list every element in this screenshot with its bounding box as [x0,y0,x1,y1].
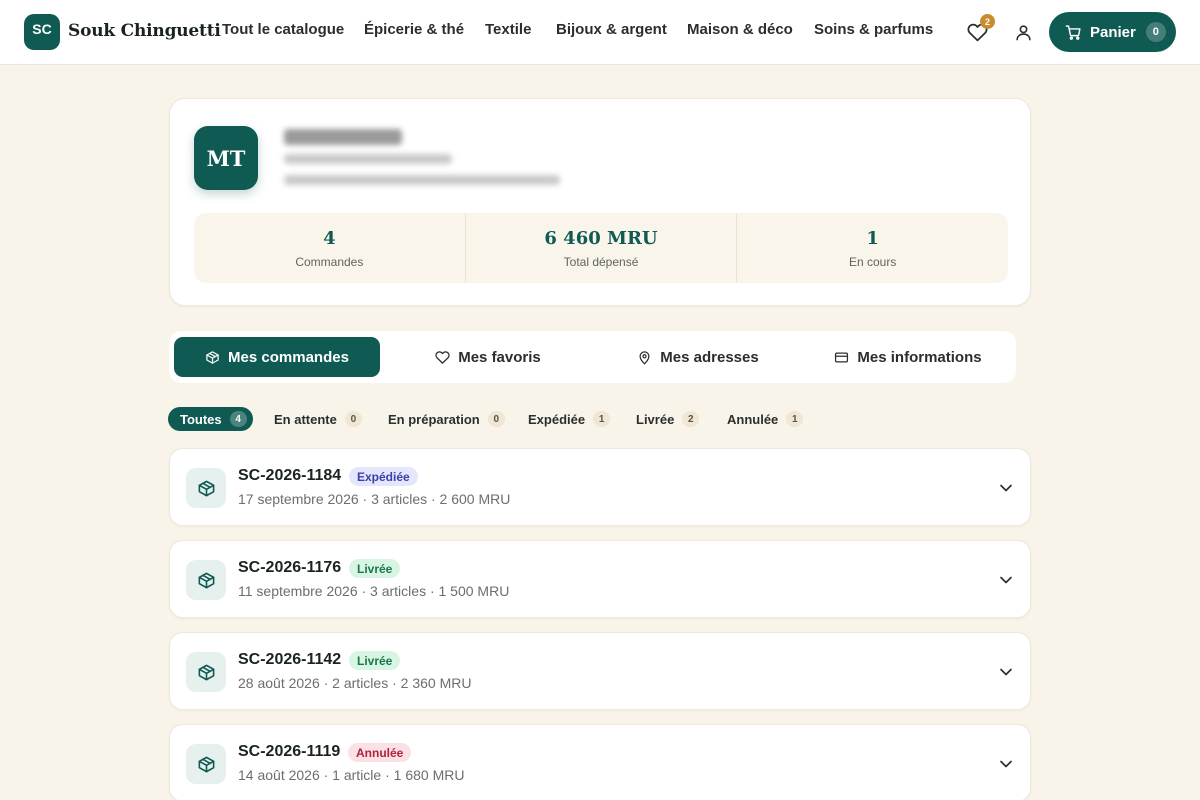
filter-count: 0 [344,411,362,427]
account-button[interactable] [1011,20,1035,44]
box-icon [198,664,214,680]
heart-icon [435,350,450,364]
status-badge: Livrée [349,651,401,670]
filter-count: 0 [487,411,505,427]
filter-label: En préparation [388,411,480,427]
filter-preparing[interactable]: En préparation 0 [376,407,511,431]
filter-label: Toutes [180,411,222,427]
chevron-down-icon[interactable] [996,754,1016,774]
tab-label: Mes commandes [228,348,349,366]
tab-label: Mes favoris [458,348,541,366]
brand-name[interactable]: Souk Chinguetti [68,21,221,41]
nav-item-soins[interactable]: Soins & parfums [814,21,933,38]
logo-badge[interactable]: SC [24,14,60,50]
cart-count-badge: 0 [1145,22,1166,42]
filter-label: Expédiée [528,411,586,427]
chevron-down-icon[interactable] [996,570,1016,590]
order-row[interactable]: SC-2026-1176 Livrée 11 septembre 2026 · … [169,540,1031,618]
box-icon [198,756,214,772]
nav-item-textile[interactable]: Textile [485,21,531,38]
order-box-icon-wrap [186,744,226,784]
redacted-user-name [284,129,402,145]
order-box-icon-wrap [186,560,226,600]
map-pin-icon [639,350,650,364]
filter-count: 4 [229,411,247,427]
favorites-count-badge: 2 [980,14,995,29]
user-icon [1015,24,1031,40]
tab-label: Mes informations [857,348,982,366]
filter-label: En attente [274,411,337,427]
order-row[interactable]: SC-2026-1184 Expédiée 17 septembre 2026 … [169,448,1031,526]
status-badge: Livrée [349,559,401,578]
stat-label: Total dépensé [563,254,639,269]
order-id: SC-2026-1142 [238,651,342,668]
cart-label: Panier [1090,23,1136,41]
stat-value: 1 [866,227,879,249]
top-navigation-bar: SC Souk Chinguetti Tout le catalogue Épi… [0,0,1200,65]
order-id: SC-2026-1176 [238,559,342,576]
order-meta: 11 septembre 2026 · 3 articles · 1 500 M… [238,583,510,599]
order-box-icon-wrap [186,652,226,692]
stat-label: Commandes [295,254,364,269]
nav-item-catalogue[interactable]: Tout le catalogue [222,21,344,38]
status-badge: Annulée [348,743,412,762]
order-meta: 17 septembre 2026 · 3 articles · 2 600 M… [238,491,511,507]
stat-orders: 4 Commandes [194,213,466,283]
tab-label: Mes adresses [660,348,759,366]
profile-stats: 4 Commandes 6 460 MRU Total dépensé 1 En… [194,213,1008,283]
order-id: SC-2026-1119 [238,743,341,760]
tab-orders[interactable]: Mes commandes [174,337,380,377]
profile-card: MT 4 Commandes 6 460 MRU Total dépensé 1… [169,98,1031,306]
stat-in-progress: 1 En cours [737,213,1008,283]
order-meta: 28 août 2026 · 2 articles · 2 360 MRU [238,675,472,691]
filter-delivered[interactable]: Livrée 2 [624,407,705,431]
order-row[interactable]: SC-2026-1119 Annulée 14 août 2026 · 1 ar… [169,724,1031,800]
box-icon [206,350,219,364]
nav-item-epicerie[interactable]: Épicerie & thé [364,21,464,38]
box-icon [198,480,214,496]
redacted-user-email [284,154,452,164]
chevron-down-icon[interactable] [996,662,1016,682]
order-meta: 14 août 2026 · 1 article · 1 680 MRU [238,767,465,783]
tab-favorites[interactable]: Mes favoris [385,337,591,377]
nav-item-maison[interactable]: Maison & déco [687,21,793,38]
box-icon [198,572,214,588]
avatar: MT [194,126,258,190]
cart-icon [1065,24,1081,40]
filter-count: 2 [682,411,700,427]
filter-pending[interactable]: En attente 0 [262,407,368,431]
filter-count: 1 [593,411,611,427]
filter-all[interactable]: Toutes 4 [168,407,253,431]
chevron-down-icon[interactable] [996,478,1016,498]
filter-cancelled[interactable]: Annulée 1 [715,407,809,431]
order-row[interactable]: SC-2026-1142 Livrée 28 août 2026 · 2 art… [169,632,1031,710]
tab-information[interactable]: Mes informations [805,337,1011,377]
order-id: SC-2026-1184 [238,467,342,484]
status-badge: Expédiée [349,467,418,486]
filter-shipped[interactable]: Expédiée 1 [516,407,616,431]
redacted-user-details [284,175,560,185]
stat-label: En cours [849,254,897,269]
filter-label: Livrée [636,411,675,427]
cart-button[interactable]: Panier 0 [1049,12,1176,52]
stat-total-spent: 6 460 MRU Total dépensé [466,213,738,283]
nav-item-bijoux[interactable]: Bijoux & argent [556,21,667,38]
card-icon [835,352,849,362]
filter-label: Annulée [727,411,779,427]
filter-count: 1 [786,411,804,427]
tab-addresses[interactable]: Mes adresses [595,337,801,377]
account-tabs: Mes commandes Mes favoris Mes adresses M… [169,331,1016,383]
stat-value: 4 [323,227,336,249]
stat-value: 6 460 MRU [544,227,658,249]
order-box-icon-wrap [186,468,226,508]
